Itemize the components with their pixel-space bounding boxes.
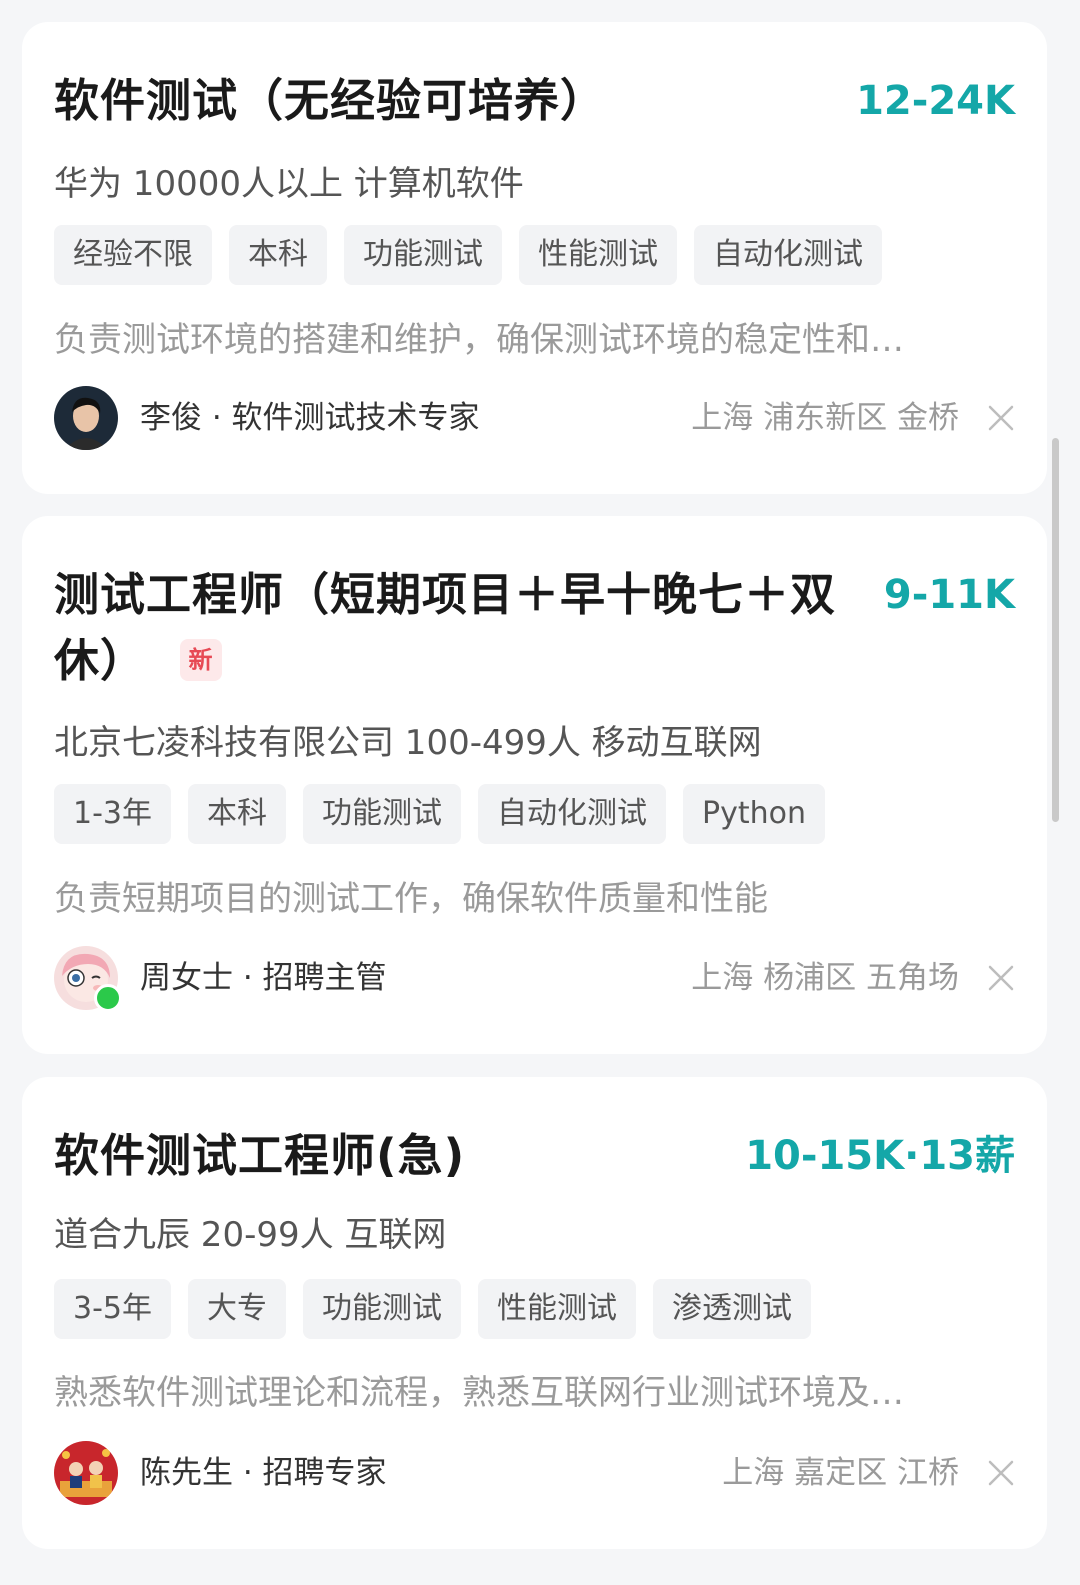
scrollbar[interactable] [1052, 438, 1059, 822]
job-tag: Python [683, 784, 825, 844]
new-badge: 新 [180, 639, 223, 681]
top-edge [0, 0, 1080, 4]
job-description: 负责测试环境的搭建和维护，确保测试环境的稳定性和… [54, 320, 904, 360]
job-card[interactable]: 软件测试（无经验可培养） 12-24K 华为 10000人以上 计算机软件 经验… [22, 22, 1047, 494]
close-icon[interactable] [987, 404, 1015, 432]
job-card[interactable]: 软件测试工程师(急) 10-15K·13薪 道合九辰 20-99人 互联网 3-… [22, 1077, 1047, 1549]
tag-list: 经验不限 本科 功能测试 性能测试 自动化测试 [54, 225, 882, 285]
company-info: 道合九辰 20-99人 互联网 [54, 1215, 447, 1255]
job-location: 上海 嘉定区 江桥 [722, 1455, 959, 1491]
recruiter-name: 周女士 · 招聘主管 [140, 960, 387, 996]
title-row: 软件测试（无经验可培养） 12-24K [54, 68, 1015, 134]
close-icon[interactable] [987, 964, 1015, 992]
avatar[interactable] [54, 386, 118, 450]
recruiter-name: 陈先生 · 招聘专家 [140, 1455, 387, 1491]
job-tag: 自动化测试 [478, 784, 666, 844]
job-tag: 性能测试 [519, 225, 677, 285]
company-info: 华为 10000人以上 计算机软件 [54, 164, 524, 204]
job-tag: 经验不限 [54, 225, 212, 285]
job-tag: 性能测试 [478, 1279, 636, 1339]
job-tag: 功能测试 [344, 225, 502, 285]
job-tag: 渗透测试 [653, 1279, 811, 1339]
job-location: 上海 浦东新区 金桥 [691, 400, 959, 436]
job-tag: 功能测试 [303, 1279, 461, 1339]
recruiter-row: 李俊 · 软件测试技术专家 上海 浦东新区 金桥 [54, 386, 1015, 450]
close-icon[interactable] [987, 1459, 1015, 1487]
title-row: 测试工程师（短期项目＋早十晚七＋双 休） 新 9-11K [54, 562, 1015, 694]
job-salary: 9-11K [883, 572, 1015, 618]
job-tag: 功能测试 [303, 784, 461, 844]
avatar[interactable] [54, 1441, 118, 1505]
recruiter-row: 陈先生 · 招聘专家 上海 嘉定区 江桥 [54, 1441, 1015, 1505]
job-title-line1: 测试工程师（短期项目＋早十晚七＋双 [54, 568, 837, 621]
job-tag: 1-3年 [54, 784, 171, 844]
job-title: 测试工程师（短期项目＋早十晚七＋双 休） 新 [54, 562, 1015, 694]
job-description: 熟悉软件测试理论和流程，熟悉互联网行业测试环境及… [54, 1373, 904, 1413]
avatar[interactable] [54, 946, 122, 1012]
job-title-line2: 休） [54, 634, 147, 687]
job-tag: 3-5年 [54, 1279, 171, 1339]
job-location: 上海 杨浦区 五角场 [691, 960, 959, 996]
title-row: 软件测试工程师(急) 10-15K·13薪 [54, 1123, 1015, 1189]
job-tag: 大专 [188, 1279, 286, 1339]
online-status-dot [94, 984, 122, 1012]
company-info: 北京七凌科技有限公司 100-499人 移动互联网 [54, 723, 762, 763]
recruiter-name: 李俊 · 软件测试技术专家 [140, 400, 480, 436]
job-salary: 12-24K [856, 78, 1015, 124]
avatar-image [54, 1441, 118, 1505]
job-salary: 10-15K·13薪 [745, 1133, 1015, 1179]
job-tag: 本科 [188, 784, 286, 844]
tag-list: 1-3年 本科 功能测试 自动化测试 Python [54, 784, 825, 844]
job-tag: 本科 [229, 225, 327, 285]
job-description: 负责短期项目的测试工作，确保软件质量和性能 [54, 879, 768, 919]
job-card[interactable]: 测试工程师（短期项目＋早十晚七＋双 休） 新 9-11K 北京七凌科技有限公司 1… [22, 516, 1047, 1054]
avatar-image [54, 386, 118, 450]
tag-list: 3-5年 大专 功能测试 性能测试 渗透测试 [54, 1279, 811, 1339]
job-tag: 自动化测试 [694, 225, 882, 285]
recruiter-row: 周女士 · 招聘主管 上海 杨浦区 五角场 [54, 946, 1015, 1012]
